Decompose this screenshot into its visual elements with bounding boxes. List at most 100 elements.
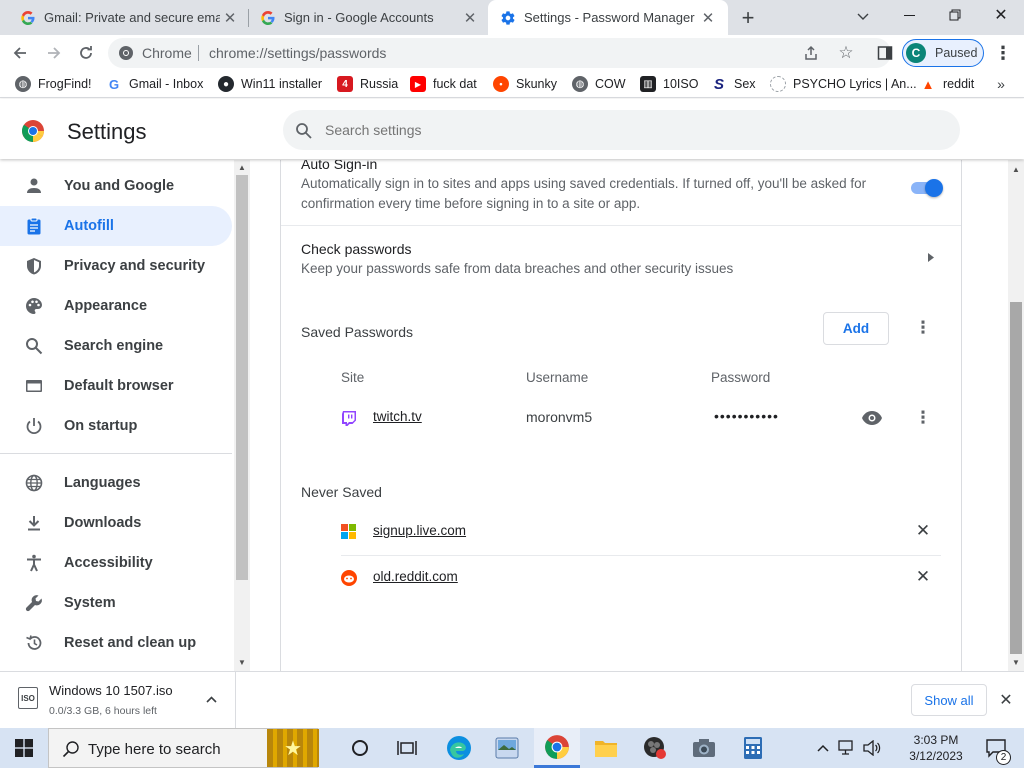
settings-main: Auto Sign-in Automatically sign in to si… [250, 160, 1008, 671]
scroll-up-arrow-icon[interactable]: ▲ [1008, 162, 1024, 176]
bookmark-10iso[interactable]: ▥ 10ISO [640, 70, 698, 98]
action-center-icon[interactable]: 2 [978, 728, 1014, 768]
close-window-icon[interactable]: ✕ [986, 4, 1016, 26]
sidebar-item-appearance[interactable]: Appearance [0, 286, 232, 326]
red-square-icon: 4 [337, 76, 353, 92]
sidebar-item-languages[interactable]: Languages [0, 463, 232, 503]
cortana-icon[interactable] [340, 728, 380, 768]
site-chip-label: Chrome [142, 45, 192, 61]
bookmark-fuck-dat[interactable]: ▶ fuck dat [410, 70, 477, 98]
sidebar-item-accessibility[interactable]: Accessibility [0, 543, 232, 583]
bookmark-gmail-inbox[interactable]: G Gmail - Inbox [106, 70, 203, 98]
never-saved-title: Never Saved [301, 484, 382, 500]
close-tab-icon[interactable]: ✕ [698, 8, 718, 28]
never-saved-site-link[interactable]: signup.live.com [373, 523, 466, 538]
auto-signin-toggle[interactable] [911, 178, 943, 198]
sidebar-item-on-startup[interactable]: On startup [0, 406, 232, 446]
file-explorer-icon[interactable] [584, 728, 628, 768]
bookmark-sex[interactable]: S Sex [711, 70, 756, 98]
sidebar-item-privacy-and-security[interactable]: Privacy and security [0, 246, 232, 286]
tab-gmail[interactable]: Gmail: Private and secure email at ✕ [0, 0, 248, 35]
saved-username: moronvm5 [526, 409, 593, 425]
show-all-downloads-button[interactable]: Show all [911, 684, 987, 716]
check-passwords-row[interactable]: Check passwords Keep your passwords safe… [281, 226, 961, 292]
scroll-up-arrow-icon[interactable]: ▲ [234, 160, 250, 174]
bookmark-russia[interactable]: 4 Russia [337, 70, 398, 98]
saved-passwords-title: Saved Passwords [301, 324, 414, 340]
bookmark-reddit[interactable]: ▲ reddit [920, 70, 974, 98]
close-tab-icon[interactable]: ✕ [460, 8, 480, 28]
sidebar-item-system[interactable]: System [0, 583, 232, 623]
sidebar-item-you-and-google[interactable]: You and Google [0, 166, 232, 206]
chrome-logo-icon [21, 119, 45, 143]
camera-app-icon[interactable] [682, 728, 726, 768]
share-icon[interactable] [802, 44, 820, 62]
show-password-eye-icon[interactable] [861, 408, 883, 428]
main-scrollbar[interactable]: ▲ ▼ [1008, 160, 1024, 671]
chrome-taskbar-icon[interactable] [534, 728, 580, 768]
chevron-up-icon[interactable] [203, 692, 219, 706]
search-input[interactable] [325, 120, 885, 140]
show-hidden-icons-chevron-icon[interactable] [812, 728, 834, 768]
windows-start-icon[interactable] [0, 728, 48, 768]
close-download-shelf-icon[interactable]: ✕ [996, 690, 1016, 710]
tab-search-chevron-icon[interactable] [852, 6, 874, 28]
address-bar[interactable]: Chrome chrome://settings/passwords ☆ [108, 38, 891, 68]
profile-button[interactable]: C Paused [902, 39, 984, 67]
saved-passwords-menu-icon[interactable]: ⋮ [913, 317, 933, 339]
restore-window-icon[interactable] [940, 4, 970, 26]
tab-settings-passwords[interactable]: Settings - Password Manager ✕ [488, 0, 728, 35]
new-tab-icon[interactable]: + [736, 5, 760, 30]
volume-icon[interactable] [860, 728, 884, 768]
sidebar-item-search-engine[interactable]: Search engine [0, 326, 232, 366]
saved-site-link[interactable]: twitch.tv [373, 409, 422, 424]
sidebar-item-reset-and-clean-up[interactable]: Reset and clean up [0, 623, 232, 663]
passwords-card: Auto Sign-in Automatically sign in to si… [280, 160, 962, 671]
tab-google-signin[interactable]: Sign in - Google Accounts ✕ [240, 0, 488, 35]
taskbar-clock[interactable]: 3:03 PM 3/12/2023 [896, 730, 976, 766]
add-password-button[interactable]: Add [823, 312, 889, 345]
search-icon [61, 739, 81, 759]
reddit-icon: • [493, 76, 509, 92]
download-item[interactable]: ISO Windows 10 1507.iso 0.0/3.3 GB, 6 ho… [0, 672, 236, 728]
sidebar-scrollbar-thumb[interactable] [236, 175, 248, 580]
history-icon [24, 633, 44, 653]
edge-icon[interactable] [437, 728, 481, 768]
network-icon[interactable] [836, 728, 858, 768]
forward-icon[interactable] [42, 41, 66, 65]
menu-kebab-icon[interactable]: ⋮ [992, 42, 1014, 64]
side-panel-icon[interactable] [874, 42, 896, 64]
main-scrollbar-thumb[interactable] [1010, 302, 1022, 654]
sidebar-scrollbar[interactable]: ▲ ▼ [234, 160, 250, 671]
scroll-down-arrow-icon[interactable]: ▼ [234, 655, 250, 669]
reddit-hat-icon: ▲ [920, 76, 936, 92]
sidebar-item-default-browser[interactable]: Default browser [0, 366, 232, 406]
reload-icon[interactable] [74, 41, 98, 65]
minimize-window-icon[interactable] [894, 4, 924, 26]
globe-icon: ◍ [572, 76, 588, 92]
sidebar-item-downloads[interactable]: Downloads [0, 503, 232, 543]
photos-app-icon[interactable] [485, 728, 529, 768]
sidebar-item-autofill[interactable]: Autofill [0, 206, 232, 246]
search-settings-field[interactable] [283, 110, 960, 150]
row-more-menu-icon[interactable]: ⋮ [913, 407, 933, 429]
remove-exception-icon[interactable]: ✕ [913, 521, 933, 541]
close-tab-icon[interactable]: ✕ [220, 8, 240, 28]
task-view-icon[interactable] [387, 728, 427, 768]
more-bookmarks-chevron-icon[interactable]: » [992, 75, 1010, 93]
obs-app-icon[interactable] [633, 728, 677, 768]
bookmark-win11-installer[interactable]: ● Win11 installer [218, 70, 322, 98]
never-saved-site-link[interactable]: old.reddit.com [373, 569, 458, 584]
bookmark-psycho-lyrics[interactable]: PSYCHO Lyrics | An... [770, 70, 917, 98]
bookmark-frogfind[interactable]: ◍ FrogFind! [15, 70, 92, 98]
bookmark-star-icon[interactable]: ☆ [836, 43, 856, 63]
clipboard-icon [24, 216, 44, 236]
taskbar-search-box[interactable]: Type here to search ★ [48, 728, 319, 768]
sidebar-item-label: Languages [64, 475, 141, 491]
bookmark-cow[interactable]: ◍ COW [572, 70, 626, 98]
scroll-down-arrow-icon[interactable]: ▼ [1008, 655, 1024, 669]
remove-exception-icon[interactable]: ✕ [913, 567, 933, 587]
back-icon[interactable] [8, 41, 32, 65]
calculator-icon[interactable] [731, 728, 775, 768]
bookmark-skunky[interactable]: • Skunky [493, 70, 557, 98]
